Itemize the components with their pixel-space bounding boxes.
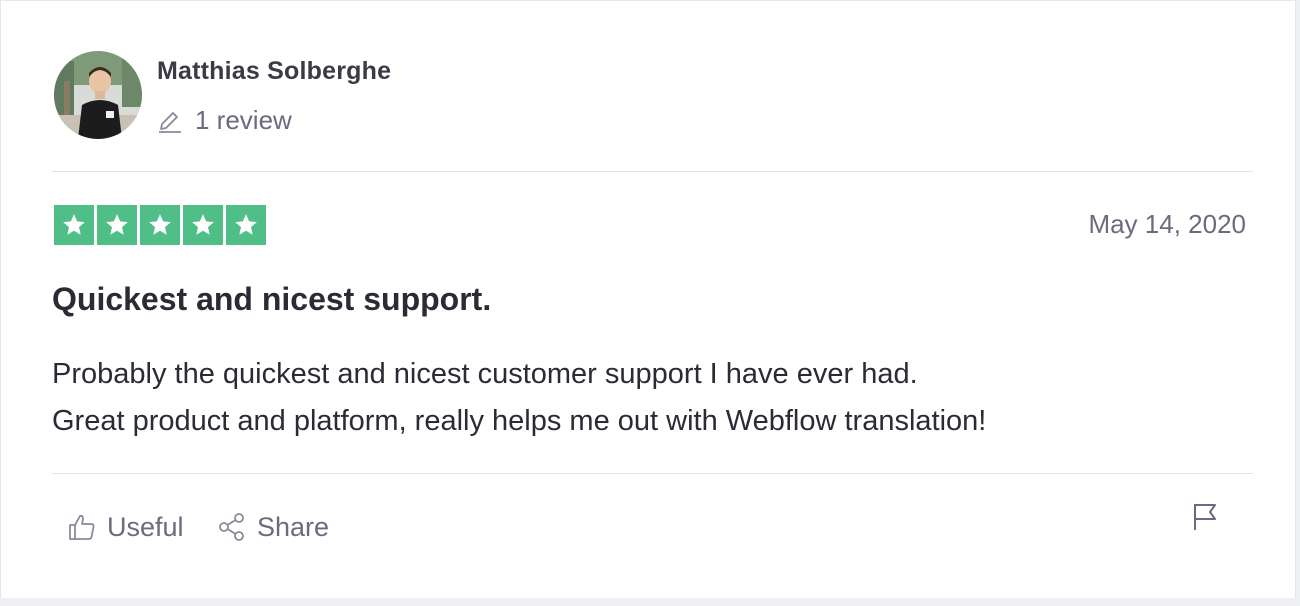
consumer-reviews-count: 1 review: [157, 103, 292, 137]
share-icon: [219, 513, 244, 541]
useful-label: Useful: [107, 511, 184, 542]
flag-button[interactable]: [1190, 501, 1220, 533]
consumer-name[interactable]: Matthias Solberghe: [157, 57, 391, 86]
review-date: May 14, 2020: [1088, 209, 1246, 239]
footer-divider: [52, 473, 1253, 474]
useful-button[interactable]: Useful: [67, 508, 184, 546]
star-icon: [140, 205, 180, 245]
avatar-photo: [54, 51, 142, 139]
star-rating: [54, 205, 266, 245]
review-text-line: Probably the quickest and nicest custome…: [52, 358, 918, 390]
thumbs-up-icon: [69, 514, 95, 540]
header-divider: [52, 171, 1253, 172]
share-label: Share: [257, 511, 330, 542]
review-card: Matthias Solberghe 1 review May 14, 2020…: [0, 0, 1296, 598]
star-icon: [54, 205, 94, 245]
review-text-line: Great product and platform, really helps…: [52, 405, 987, 437]
star-icon: [97, 205, 137, 245]
flag-icon: [1194, 504, 1216, 530]
avatar[interactable]: [54, 51, 142, 139]
reviews-count-label: 1 review: [195, 104, 292, 135]
share-button[interactable]: Share: [217, 508, 329, 546]
review-text: Probably the quickest and nicest custome…: [52, 351, 986, 445]
review-title[interactable]: Quickest and nicest support.: [52, 281, 491, 318]
star-icon: [183, 205, 223, 245]
star-icon: [226, 205, 266, 245]
pencil-icon: [159, 112, 181, 133]
